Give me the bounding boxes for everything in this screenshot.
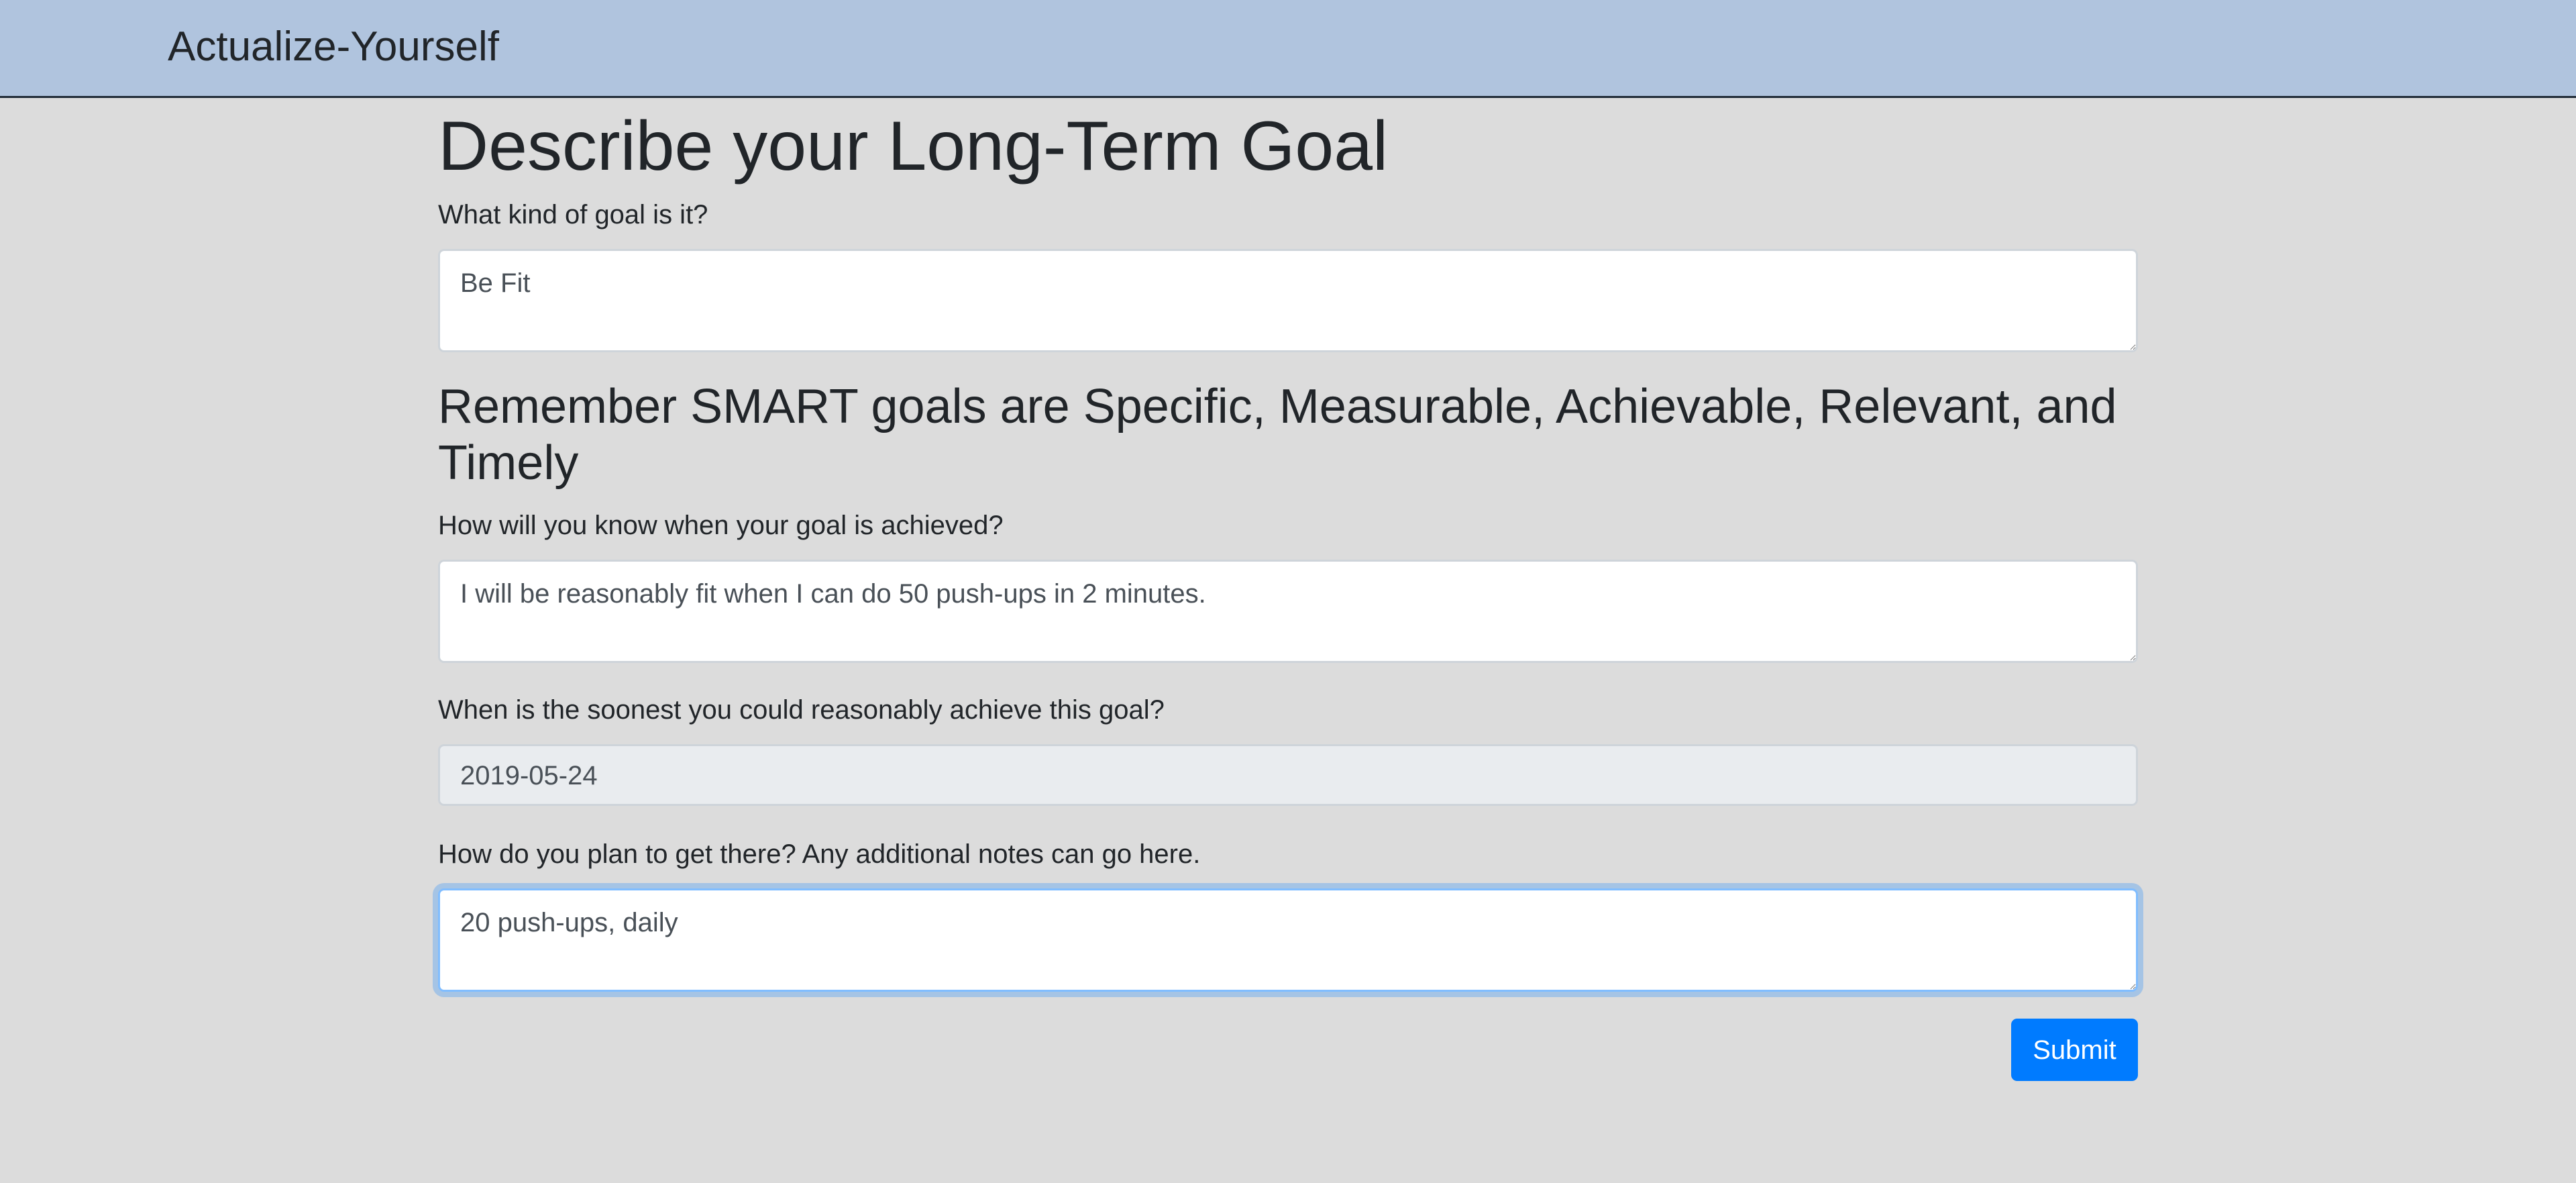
goal-kind-textarea[interactable]: Be Fit [438, 249, 2138, 352]
submit-button[interactable]: Submit [2011, 1019, 2138, 1081]
soonest-date-input[interactable]: 2019-05-24 [438, 744, 2138, 806]
plan-notes-textarea[interactable]: 20 push-ups, daily [438, 888, 2138, 992]
navbar: Actualize-Yourself [0, 0, 2576, 98]
goal-achieved-textarea[interactable]: I will be reasonably fit when I can do 5… [438, 560, 2138, 663]
page-title: Describe your Long-Term Goal [438, 107, 1389, 185]
navbar-brand[interactable]: Actualize-Yourself [168, 23, 499, 71]
plan-notes-label: How do you plan to get there? Any additi… [438, 839, 1201, 869]
soonest-date-label: When is the soonest you could reasonably… [438, 695, 1165, 725]
smart-goals-heading: Remember SMART goals are Specific, Measu… [438, 380, 2117, 490]
goal-kind-label: What kind of goal is it? [438, 200, 708, 229]
goal-achieved-label: How will you know when your goal is achi… [438, 511, 1004, 540]
